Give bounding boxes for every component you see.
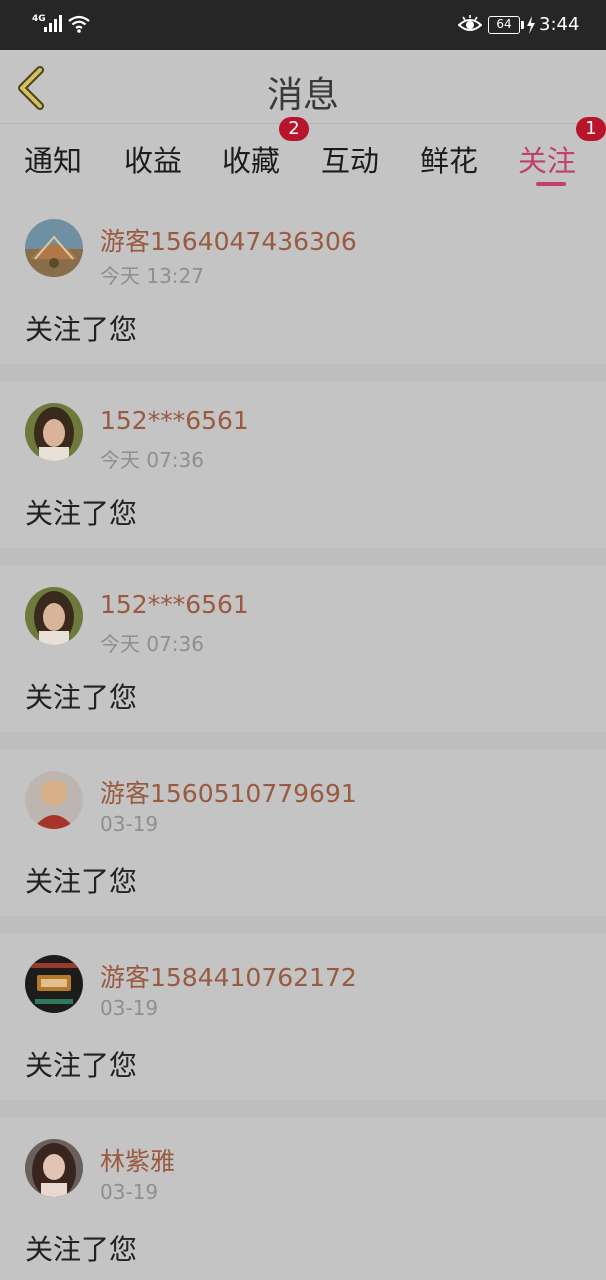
charging-icon <box>526 16 536 38</box>
timestamp: 03-19 <box>100 1180 159 1204</box>
timestamp: 今天 13:27 <box>100 264 204 288</box>
tab-favorites-badge: 2 <box>279 117 309 141</box>
tab-earnings[interactable]: 收益 <box>124 138 182 180</box>
list-item[interactable]: 游客1584410762172 03-19 关注了您 <box>0 934 606 1100</box>
avatar[interactable] <box>25 771 83 829</box>
signal-icon <box>44 14 64 36</box>
tab-notifications[interactable]: 通知 <box>24 138 82 180</box>
divider <box>0 916 606 934</box>
message-text: 关注了您 <box>25 313 138 346</box>
avatar[interactable] <box>25 955 83 1013</box>
divider <box>0 732 606 750</box>
username[interactable]: 游客1560510779691 <box>100 774 357 810</box>
message-text: 关注了您 <box>25 1233 138 1266</box>
avatar[interactable] <box>25 219 83 277</box>
avatar[interactable] <box>25 1139 83 1197</box>
timestamp: 03-19 <box>100 996 159 1020</box>
list-item[interactable]: 林紫雅 03-19 关注了您 <box>0 1118 606 1280</box>
battery-icon: 64 <box>488 16 520 34</box>
message-text: 关注了您 <box>25 1049 138 1082</box>
divider <box>0 548 606 566</box>
username[interactable]: 游客1584410762172 <box>100 958 357 994</box>
list-item[interactable]: 游客1564047436306 今天 13:27 关注了您 <box>0 198 606 364</box>
tab-following-badge: 1 <box>576 117 606 141</box>
username[interactable]: 152***6561 <box>100 590 249 619</box>
tab-interactions[interactable]: 互动 <box>321 138 379 180</box>
username[interactable]: 林紫雅 <box>100 1142 175 1178</box>
message-text: 关注了您 <box>25 681 138 714</box>
divider <box>0 364 606 382</box>
tab-bar: 通知 收益 收藏 2 互动 鲜花 关注 1 <box>0 117 606 198</box>
avatar[interactable] <box>25 403 83 461</box>
tab-flowers[interactable]: 鲜花 <box>420 138 478 180</box>
list-item[interactable]: 152***6561 今天 07:36 关注了您 <box>0 566 606 732</box>
timestamp: 今天 07:36 <box>100 448 204 472</box>
message-text: 关注了您 <box>25 497 138 530</box>
avatar[interactable] <box>25 587 83 645</box>
list-item[interactable]: 152***6561 今天 07:36 关注了您 <box>0 382 606 548</box>
list-item[interactable]: 游客1560510779691 03-19 关注了您 <box>0 750 606 916</box>
wifi-icon <box>68 14 90 38</box>
timestamp: 今天 07:36 <box>100 632 204 656</box>
tab-favorites[interactable]: 收藏 <box>222 138 280 180</box>
message-text: 关注了您 <box>25 865 138 898</box>
divider <box>0 1100 606 1118</box>
clock: 3:44 <box>539 14 580 35</box>
page-title: 消息 <box>266 75 339 116</box>
timestamp: 03-19 <box>100 812 159 836</box>
active-tab-indicator <box>536 182 566 186</box>
eye-comfort-icon <box>457 15 483 39</box>
app-header: 消息 <box>0 50 606 124</box>
tab-following[interactable]: 关注 <box>518 138 576 180</box>
username[interactable]: 152***6561 <box>100 406 249 435</box>
username[interactable]: 游客1564047436306 <box>100 222 357 258</box>
status-bar: 4G 64 3:44 <box>0 0 606 50</box>
battery-cap <box>521 21 524 29</box>
